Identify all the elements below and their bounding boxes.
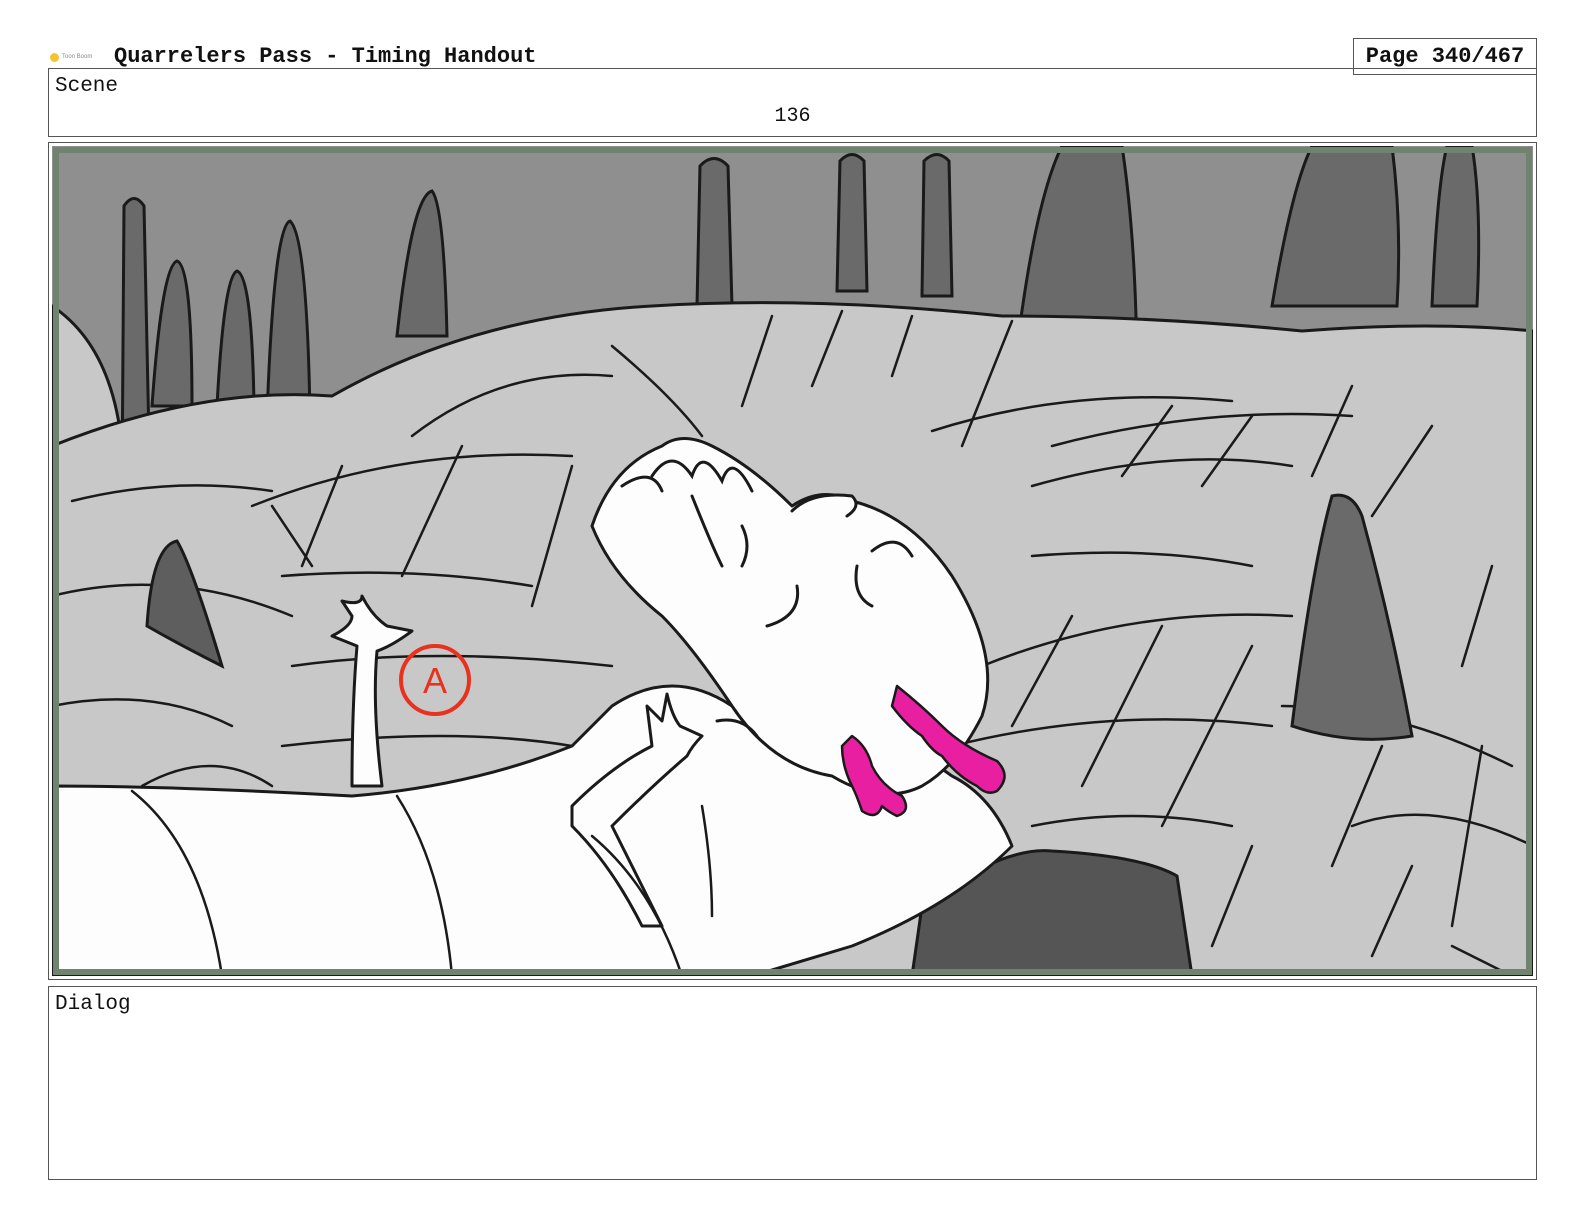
logo-mark: [50, 52, 59, 62]
toon-boom-logo-icon: Toon Boom: [50, 50, 100, 64]
dialog-label: Dialog: [55, 993, 131, 1016]
logo-text: Toon Boom: [62, 54, 93, 60]
dialog-field: Dialog: [48, 986, 1537, 1180]
scene-number: 136: [774, 105, 811, 128]
annotation-label: A: [423, 660, 447, 701]
storyboard-panel: A: [48, 142, 1537, 980]
document-title: Quarrelers Pass - Timing Handout: [114, 44, 537, 69]
scene-field: Scene 136: [48, 68, 1537, 137]
storyboard-sketch: A: [52, 146, 1533, 976]
scene-label: Scene: [55, 75, 119, 98]
